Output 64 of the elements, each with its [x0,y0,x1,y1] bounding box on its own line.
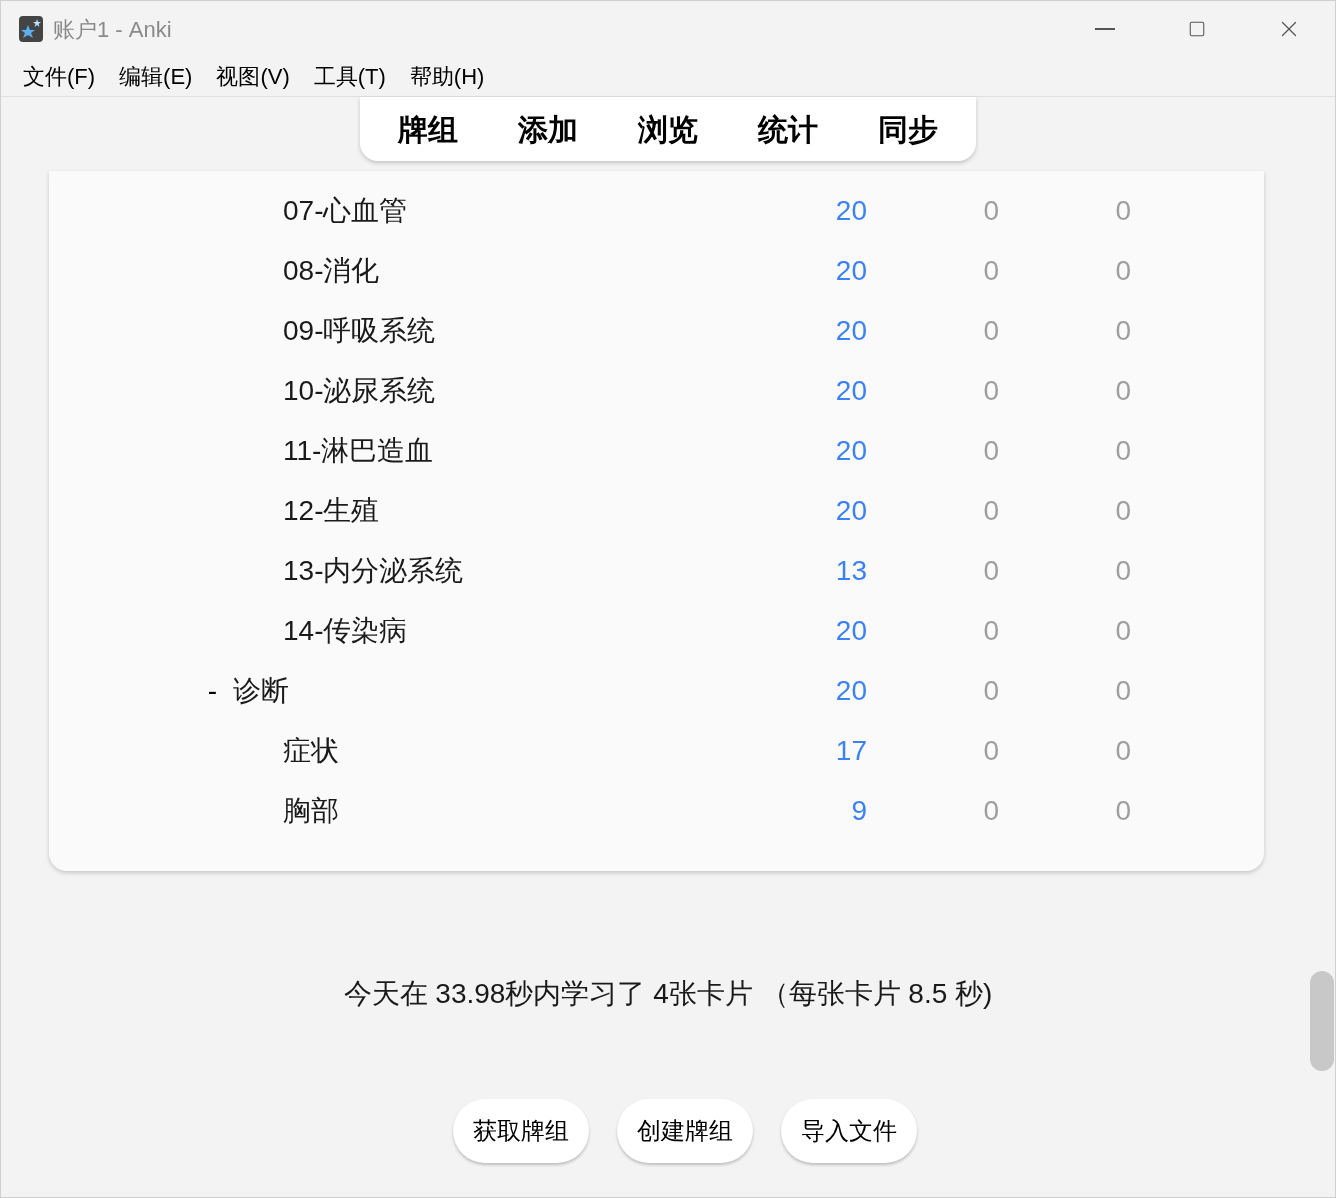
learn-count: 0 [1114,314,1131,348]
menu-item[interactable]: 编辑(E) [107,60,205,93]
study-stats-text: 今天在 33.98秒内学习了 4张卡片 （每张卡片 8.5 秒) [343,977,993,1011]
learn-count: 0 [1114,674,1131,708]
deck-name[interactable]: 09-呼吸系统 [283,310,436,352]
deck-name[interactable]: 11-淋巴造血 [283,430,434,472]
deck-name[interactable]: 10-泌尿系统 [283,370,436,412]
learn-count: 0 [1114,614,1131,648]
deck-name[interactable]: 12-生殖 [283,490,380,532]
new-count: 0 [982,314,999,348]
due-count: 9 [850,794,867,828]
deck-name[interactable]: 13-内分泌系统 [283,550,464,592]
app-logo-icon [19,16,43,42]
window-title: 账户1 - Anki [53,15,172,44]
deck-name[interactable]: 08-消化 [283,250,380,292]
learn-count: 0 [1114,374,1131,408]
action-button[interactable]: 获取牌组 [453,1099,589,1163]
new-count: 0 [982,374,999,408]
due-count: 20 [834,494,867,528]
due-count: 13 [834,554,867,588]
due-count: 20 [834,254,867,288]
maximize-icon [1188,20,1206,38]
due-count: 20 [834,314,867,348]
new-count: 0 [982,734,999,768]
learn-count: 0 [1114,194,1131,228]
due-count: 20 [834,614,867,648]
learn-count: 0 [1114,794,1131,828]
minimize-icon [1095,28,1115,30]
toolbar-tab[interactable]: 添加 [488,106,608,152]
learn-count: 0 [1114,254,1131,288]
collapse-toggle[interactable]: - [207,670,217,712]
menu-item[interactable]: 视图(V) [204,60,302,93]
due-count: 17 [834,734,867,768]
new-count: 0 [982,254,999,288]
deck-name[interactable]: 07-心血管 [283,190,408,232]
due-count: 20 [834,434,867,468]
learn-count: 0 [1114,554,1131,588]
new-count: 0 [982,434,999,468]
deck-name[interactable]: 胸部 [283,790,339,832]
learn-count: 0 [1114,434,1131,468]
menu-item[interactable]: 文件(F) [11,60,108,93]
due-count: 20 [834,194,867,228]
new-count: 0 [982,194,999,228]
scrollbar-thumb[interactable] [1310,971,1334,1071]
toolbar-tab[interactable]: 统计 [728,106,848,152]
toolbar-tab[interactable]: 浏览 [608,106,728,152]
learn-count: 0 [1114,494,1131,528]
deck-name[interactable]: 14-传染病 [283,610,408,652]
new-count: 0 [982,794,999,828]
learn-count: 0 [1114,734,1131,768]
deck-name[interactable]: 诊断 [233,670,289,712]
action-button[interactable]: 导入文件 [781,1099,917,1163]
menu-item[interactable]: 帮助(H) [397,60,497,93]
new-count: 0 [982,554,999,588]
new-count: 0 [982,614,999,648]
due-count: 20 [834,674,867,708]
new-count: 0 [982,494,999,528]
toolbar-tab[interactable]: 牌组 [368,106,488,152]
toolbar-tab[interactable]: 同步 [848,106,968,152]
menu-item[interactable]: 工具(T) [301,60,398,93]
deck-name[interactable]: 症状 [283,730,339,772]
due-count: 20 [834,374,867,408]
action-button[interactable]: 创建牌组 [617,1099,753,1163]
new-count: 0 [982,674,999,708]
